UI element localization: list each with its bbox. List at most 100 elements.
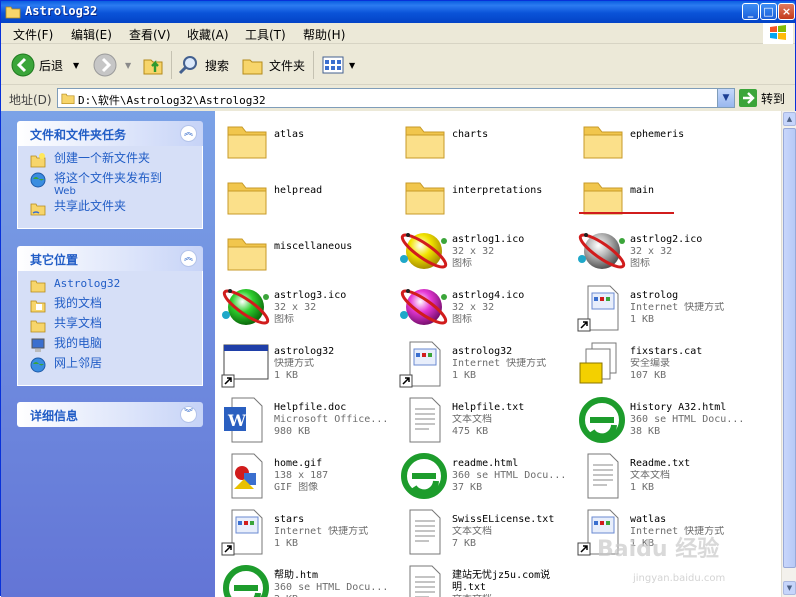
file-item[interactable]: fixstars.cat 安全编录 107 KB [574, 335, 752, 391]
text-doc-icon [398, 395, 450, 445]
address-input[interactable]: D:\软件\Astrolog32\Astrolog32 ▼ [57, 88, 735, 108]
other-places-header[interactable]: 其它位置 ︽ [17, 246, 203, 271]
menu-edit[interactable]: 编辑(E) [71, 26, 112, 43]
text-doc-icon [398, 507, 450, 557]
folders-button[interactable]: 文件夹 [241, 51, 305, 79]
file-item[interactable]: ephemeris [574, 111, 752, 167]
toolbar-separator [313, 51, 314, 79]
file-item[interactable]: astrolog Internet 快捷方式 1 KB [574, 279, 752, 335]
forward-arrow-icon [93, 53, 117, 77]
search-button[interactable]: 搜索 [177, 51, 229, 79]
file-size: 图标 [452, 314, 472, 325]
file-size: 37 KB [452, 482, 483, 493]
planet-yellow-icon [398, 227, 450, 277]
forward-dropdown-icon[interactable]: ▼ [125, 61, 131, 70]
file-item[interactable]: astrlog2.ico 32 x 32 图标 [574, 223, 752, 279]
folder-icon [576, 115, 628, 165]
file-text: astrlog3.ico 32 x 32 图标 [274, 290, 396, 326]
scroll-thumb[interactable] [783, 128, 796, 568]
file-name: main [630, 185, 655, 196]
up-folder-button[interactable] [141, 51, 165, 79]
go-button[interactable]: 转到 [739, 88, 785, 108]
views-icon [322, 56, 344, 74]
file-item[interactable]: astrolog32 Internet 快捷方式 1 KB [396, 335, 574, 391]
file-item[interactable]: charts [396, 111, 574, 167]
place-shared-documents[interactable]: 共享文档 [18, 317, 202, 337]
file-size: 1 KB [630, 314, 655, 325]
minimize-button[interactable]: _ [742, 3, 759, 20]
file-item[interactable]: atlas [218, 111, 396, 167]
file-item[interactable]: astrlog1.ico 32 x 32 图标 [396, 223, 574, 279]
file-name: 帮助.htm [274, 570, 319, 581]
title-bar[interactable]: Astrolog32 _ □ × [1, 1, 795, 23]
vertical-scrollbar[interactable]: ▲ ▼ [781, 111, 796, 597]
file-item[interactable]: miscellaneous [218, 223, 396, 279]
task-publish-web[interactable]: 将这个文件夹发布到 Web [18, 172, 202, 200]
file-item[interactable]: Readme.txt 文本文档 1 KB [574, 447, 752, 503]
details-header[interactable]: 详细信息 ︾ [17, 402, 203, 427]
file-size: 图标 [630, 258, 650, 269]
file-item[interactable]: astrlog3.ico 32 x 32 图标 [218, 279, 396, 335]
back-button[interactable]: 后退 ▼ [11, 51, 79, 79]
file-item[interactable]: main [574, 167, 752, 223]
file-type: 360 se HTML Docu... [630, 414, 745, 425]
ie-html-icon [576, 395, 628, 445]
menu-view[interactable]: 查看(V) [129, 26, 171, 43]
views-button[interactable]: ▼ [321, 51, 355, 79]
menu-help[interactable]: 帮助(H) [303, 26, 345, 43]
file-text: astrlog2.ico 32 x 32 图标 [630, 234, 752, 270]
file-name: interpretations [452, 185, 543, 196]
place-network[interactable]: 网上邻居 [18, 357, 202, 377]
file-name: Readme.txt [630, 458, 691, 469]
file-item[interactable]: astrolog32 快捷方式 1 KB [218, 335, 396, 391]
file-item[interactable]: Helpfile.txt 文本文档 475 KB [396, 391, 574, 447]
file-item[interactable]: SwissELicense.txt 文本文档 7 KB [396, 503, 574, 559]
scroll-down-button[interactable]: ▼ [783, 581, 796, 595]
file-name: miscellaneous [274, 241, 353, 252]
file-item[interactable]: astrlog4.ico 32 x 32 图标 [396, 279, 574, 335]
collapse-chevron-icon[interactable]: ︽ [180, 250, 197, 267]
share-folder-icon [30, 203, 46, 216]
file-name: astrlog3.ico [274, 290, 347, 301]
search-icon [178, 56, 197, 75]
file-item[interactable]: 帮助.htm360 se HTML Docu...2 KB [218, 559, 396, 597]
file-text: ephemeris [630, 129, 752, 141]
scroll-up-button[interactable]: ▲ [783, 112, 796, 126]
file-item[interactable]: helpread [218, 167, 396, 223]
maximize-button[interactable]: □ [760, 3, 777, 20]
address-dropdown-button[interactable]: ▼ [717, 89, 734, 107]
forward-button[interactable]: ▼ [93, 51, 131, 79]
place-astrolog32[interactable]: Astrolog32 [18, 277, 202, 297]
file-tasks-header[interactable]: 文件和文件夹任务 ︽ [17, 121, 203, 146]
file-item[interactable]: readme.html 360 se HTML Docu... 37 KB [396, 447, 574, 503]
back-dropdown-icon[interactable]: ▼ [73, 61, 79, 70]
menu-favorites[interactable]: 收藏(A) [187, 26, 229, 43]
expand-chevron-icon[interactable]: ︾ [180, 406, 197, 423]
file-item[interactable]: stars Internet 快捷方式 1 KB [218, 503, 396, 559]
menu-tools[interactable]: 工具(T) [245, 26, 286, 43]
file-item[interactable]: home.gif 138 x 187 GIF 图像 [218, 447, 396, 503]
windows-logo-icon [763, 23, 793, 44]
planet-magenta-icon [398, 283, 450, 333]
file-name: stars [274, 514, 305, 525]
file-text: helpread [274, 185, 396, 197]
menu-file[interactable]: 文件(F) [13, 26, 53, 43]
file-item[interactable]: interpretations [396, 167, 574, 223]
task-new-folder[interactable]: 创建一个新文件夹 [18, 152, 202, 172]
file-item[interactable]: W Helpfile.doc Microsoft Office... 980 KB [218, 391, 396, 447]
views-dropdown-icon[interactable]: ▼ [349, 61, 355, 70]
new-folder-icon [30, 153, 46, 168]
file-name: astrolog32 [274, 346, 335, 357]
file-item[interactable]: 建站无忧jz5u.com说明.txt文本文档 [396, 559, 574, 597]
file-type: 文本文档 [630, 470, 670, 481]
place-my-computer[interactable]: 我的电脑 [18, 337, 202, 357]
file-type: Internet 快捷方式 [274, 526, 369, 537]
file-type: 32 x 32 [452, 302, 495, 313]
task-share-folder[interactable]: 共享此文件夹 [18, 200, 202, 220]
place-my-documents[interactable]: 我的文档 [18, 297, 202, 317]
file-name: astrolog [630, 290, 679, 301]
collapse-chevron-icon[interactable]: ︽ [180, 125, 197, 142]
file-text: astrolog32 快捷方式 1 KB [274, 346, 396, 382]
file-item[interactable]: History A32.html 360 se HTML Docu... 38 KB [574, 391, 752, 447]
close-button[interactable]: × [778, 3, 795, 20]
